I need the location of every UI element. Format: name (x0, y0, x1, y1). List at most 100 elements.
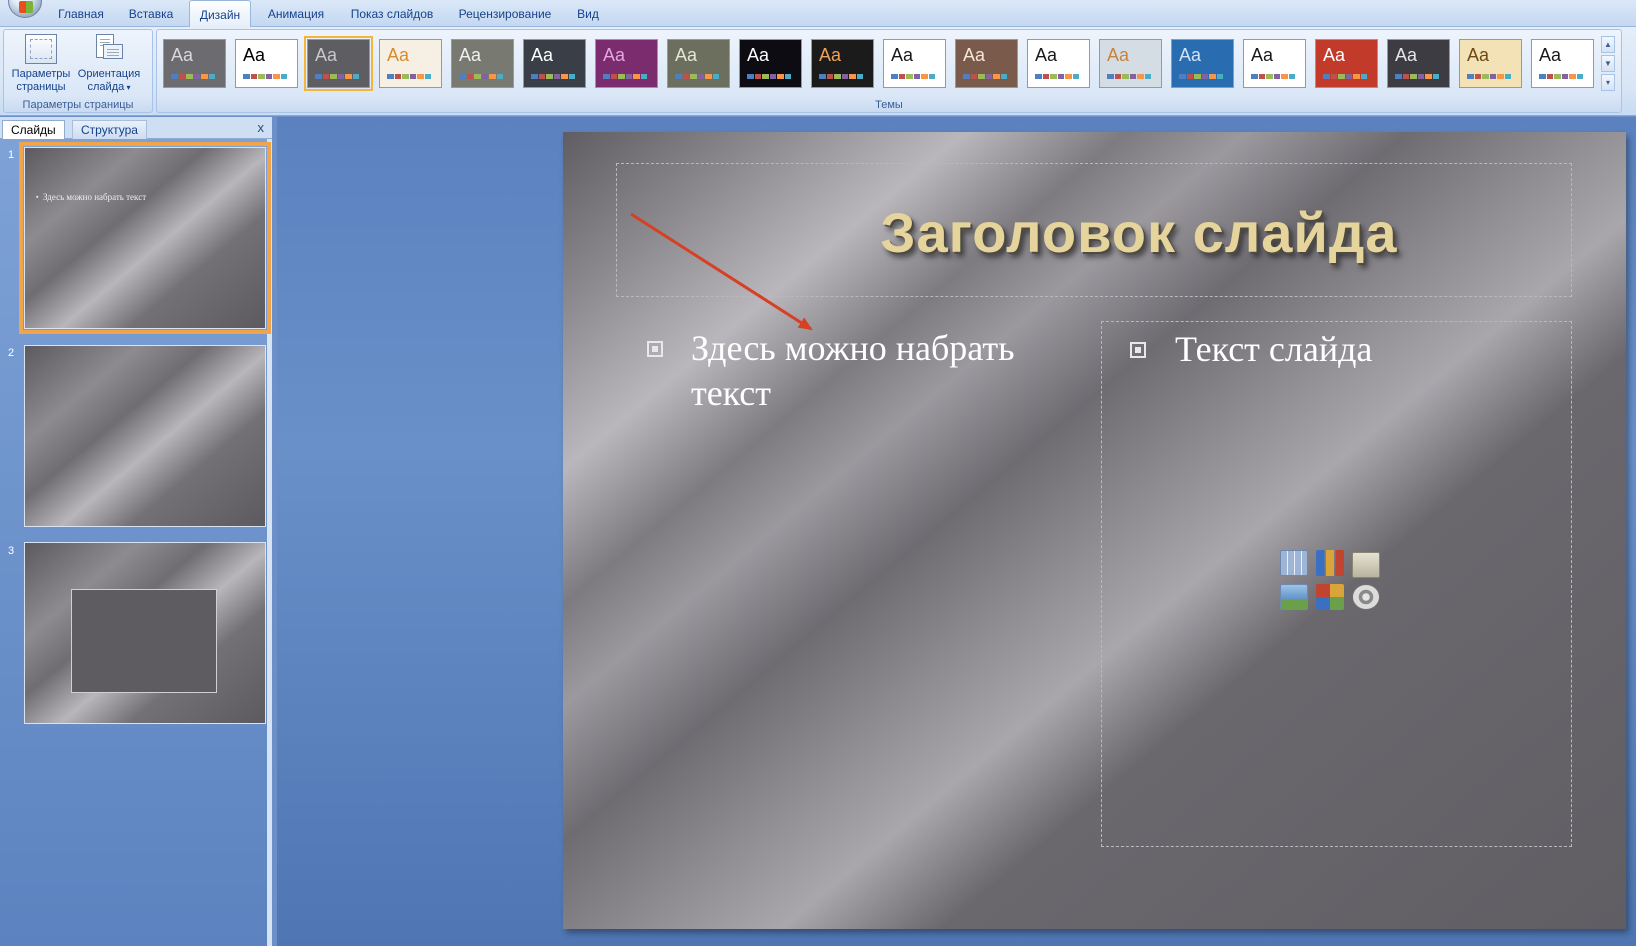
theme-sample-text: Aa (171, 45, 194, 65)
theme-sample-text: Aa (819, 45, 842, 65)
theme-sample-text: Aa (963, 45, 986, 65)
theme-thumbnail[interactable]: Aa (523, 39, 586, 88)
theme-sample-text: Aa (1251, 45, 1274, 65)
theme-thumbnail[interactable]: Aa (1459, 39, 1522, 88)
theme-sample-text: Aa (1467, 45, 1490, 65)
slide-thumbnail-1[interactable]: Здесь можно набрать текст (19, 142, 271, 334)
current-slide[interactable]: Заголовок слайда Здесь можно набрать тек… (563, 132, 1626, 929)
tab-view[interactable]: Вид (566, 0, 610, 27)
tab-design[interactable]: Дизайн (189, 0, 251, 28)
theme-color-swatches (963, 74, 1007, 79)
theme-color-swatches (1107, 74, 1151, 79)
page-setup-button[interactable]: Параметры страницы (8, 34, 74, 96)
themes-scroll: ▲ ▼ ▾ (1601, 36, 1615, 92)
theme-sample-text: Aa (1179, 45, 1202, 65)
theme-color-swatches (1035, 74, 1079, 79)
theme-color-swatches (1539, 74, 1583, 79)
theme-thumbnail[interactable]: Aa (304, 36, 373, 91)
theme-thumbnail[interactable]: Aa (811, 39, 874, 88)
theme-sample-text: Aa (243, 45, 266, 65)
themes-group-label: Темы (875, 99, 903, 111)
annotation-arrow (630, 212, 813, 331)
theme-sample-text: Aa (1035, 45, 1058, 65)
theme-sample-text: Aa (1323, 45, 1346, 65)
theme-sample-text: Aa (891, 45, 914, 65)
slide-orientation-button[interactable]: Ориентация слайда ▾ (76, 34, 142, 96)
theme-color-swatches (459, 74, 503, 79)
theme-thumbnail[interactable]: Aa (955, 39, 1018, 88)
tab-outline[interactable]: Структура (72, 120, 147, 139)
themes-more-icon[interactable]: ▾ (1601, 74, 1615, 91)
slide-orientation-label: Ориентация слайда (77, 68, 141, 93)
theme-color-swatches (603, 74, 647, 79)
slide-number: 3 (8, 545, 15, 557)
tab-slides[interactable]: Слайды (2, 120, 65, 139)
theme-thumbnail[interactable]: Aa (667, 39, 730, 88)
close-icon[interactable]: x (258, 120, 265, 135)
tab-review[interactable]: Рецензирование (452, 0, 558, 27)
theme-color-swatches (819, 74, 863, 79)
ribbon-tab-bar: Главная Вставка Дизайн Анимация Показ сл… (0, 0, 1636, 28)
page-setup-icon (25, 34, 57, 64)
theme-thumbnail[interactable]: Aa (451, 39, 514, 88)
slides-panel: Слайды Структура x 1 Здесь можно набрать… (0, 117, 272, 946)
theme-color-swatches (747, 74, 791, 79)
theme-color-swatches (171, 74, 215, 79)
page-setup-group-label: Параметры страницы (22, 99, 134, 111)
theme-sample-text: Aa (315, 45, 338, 65)
theme-thumbnail[interactable]: Aa (1531, 39, 1594, 88)
theme-color-swatches (1395, 74, 1439, 79)
slide-thumbnail-3[interactable] (24, 542, 266, 724)
theme-thumbnail[interactable]: Aa (1243, 39, 1306, 88)
theme-color-swatches (531, 74, 575, 79)
theme-thumbnail[interactable]: Aa (883, 39, 946, 88)
theme-thumbnail[interactable]: Aa (1027, 39, 1090, 88)
tab-insert[interactable]: Вставка (118, 0, 184, 27)
slide-number: 2 (8, 347, 15, 359)
tab-home[interactable]: Главная (48, 0, 114, 27)
slide-thumbnail-placeholder-box (71, 589, 217, 693)
theme-thumbnail[interactable]: Aa (595, 39, 658, 88)
office-button[interactable] (8, 0, 42, 18)
theme-sample-text: Aa (387, 45, 410, 65)
theme-color-swatches (315, 74, 359, 79)
theme-color-swatches (675, 74, 719, 79)
dropdown-arrow-icon: ▾ (124, 83, 131, 92)
themes-group: Aa Aa Aa Aa Aa Aa Aa Aa Aa Aa Aa Aa Aa Aa Aa Aa Aa Aa Aa Aa… (156, 29, 1622, 113)
theme-thumbnail[interactable]: Aa (379, 39, 442, 88)
slides-panel-tabs: Слайды Структура x (0, 117, 272, 139)
page-setup-group: Параметры страницы Ориентация слайда ▾ П… (3, 29, 153, 113)
theme-thumbnail[interactable]: Aa (1387, 39, 1450, 88)
ribbon: Параметры страницы Ориентация слайда ▾ П… (0, 27, 1636, 116)
theme-color-swatches (243, 74, 287, 79)
orientation-icon (93, 34, 125, 64)
theme-color-swatches (1467, 74, 1511, 79)
office-logo-icon (19, 1, 33, 13)
theme-sample-text: Aa (531, 45, 554, 65)
theme-sample-text: Aa (1395, 45, 1418, 65)
slide-editor-area: Заголовок слайда Здесь можно набрать тек… (277, 117, 1636, 946)
theme-color-swatches (1251, 74, 1295, 79)
theme-color-swatches (387, 74, 431, 79)
slide-number: 1 (8, 149, 15, 161)
theme-sample-text: Aa (747, 45, 770, 65)
theme-thumbnail[interactable]: Aa (235, 39, 298, 88)
tab-animation[interactable]: Анимация (258, 0, 334, 27)
themes-scroll-up-icon[interactable]: ▲ (1601, 36, 1615, 53)
slide-thumbnail-2[interactable] (24, 345, 266, 527)
theme-thumbnail[interactable]: Aa (1171, 39, 1234, 88)
theme-sample-text: Aa (1107, 45, 1130, 65)
theme-thumbnail[interactable]: Aa (163, 39, 226, 88)
theme-thumbnail[interactable]: Aa (1099, 39, 1162, 88)
theme-sample-text: Aa (603, 45, 626, 65)
theme-color-swatches (1179, 74, 1223, 79)
page-setup-label: Параметры страницы (11, 68, 71, 93)
theme-color-swatches (891, 74, 935, 79)
tab-slide-show[interactable]: Показ слайдов (342, 0, 442, 27)
theme-thumbnail[interactable]: Aa (1315, 39, 1378, 88)
theme-sample-text: Aa (675, 45, 698, 65)
theme-sample-text: Aa (1539, 45, 1562, 65)
theme-thumbnail[interactable]: Aa (739, 39, 802, 88)
themes-scroll-down-icon[interactable]: ▼ (1601, 55, 1615, 72)
theme-sample-text: Aa (459, 45, 482, 65)
